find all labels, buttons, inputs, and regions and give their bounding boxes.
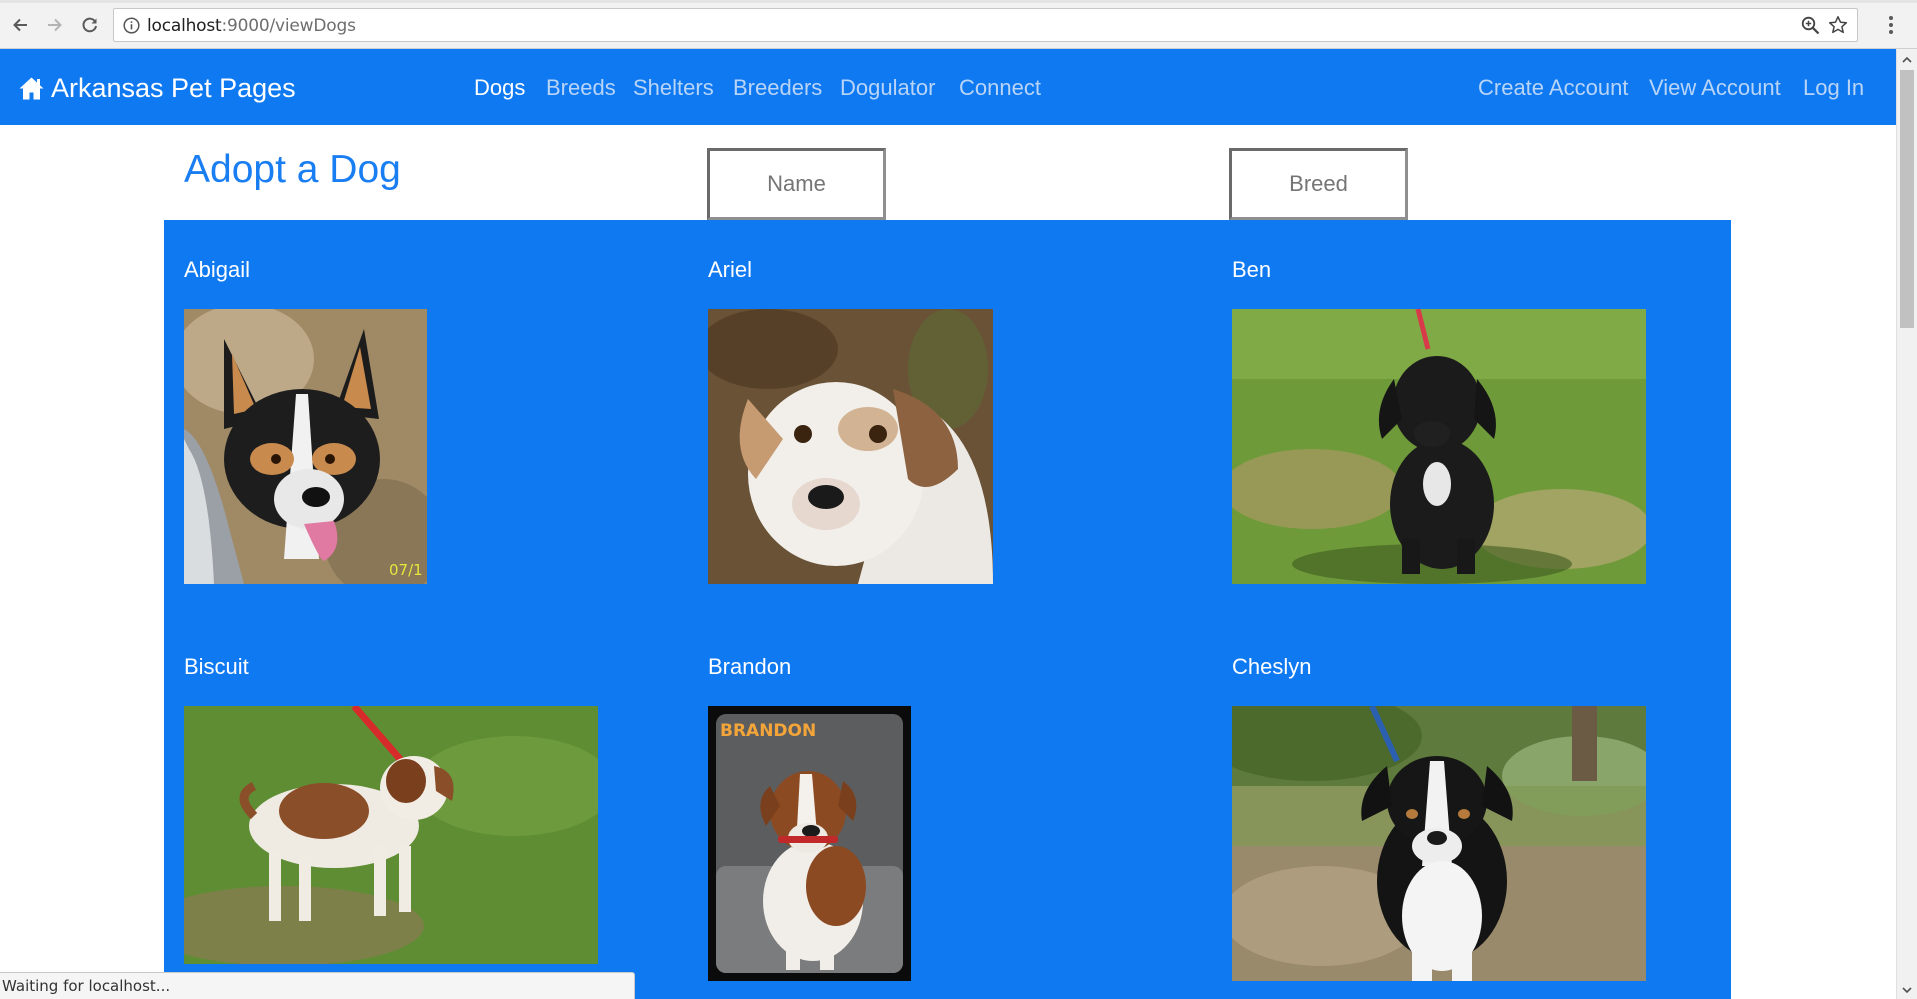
scroll-up-arrow-icon[interactable] (1901, 54, 1913, 66)
nav-dogulator[interactable]: Dogulator (840, 75, 935, 101)
nav-create-account[interactable]: Create Account (1478, 75, 1628, 101)
nav-shelters[interactable]: Shelters (633, 75, 714, 101)
forward-arrow-icon (48, 18, 62, 32)
info-icon[interactable] (123, 17, 140, 34)
bookmark-star-icon[interactable] (1828, 15, 1848, 35)
scroll-down-arrow-icon[interactable] (1901, 984, 1913, 996)
dog-name[interactable]: Brandon (708, 654, 791, 680)
dogs-grid: Abigail 07/1 Ariel Ben Biscuit Brandon B… (164, 220, 1731, 999)
browser-menu-icon[interactable] (1884, 13, 1898, 37)
breed-filter-input[interactable] (1229, 148, 1408, 220)
nav-log-in[interactable]: Log In (1803, 75, 1864, 101)
reload-icon (82, 17, 97, 33)
tab-strip (0, 0, 1917, 3)
url-host: localhost (147, 16, 222, 36)
nav-breeders[interactable]: Breeders (733, 75, 822, 101)
dog-name[interactable]: Biscuit (184, 654, 249, 680)
photo-caption: BRANDON (720, 721, 816, 741)
svg-text:07/1: 07/1 (389, 561, 423, 579)
name-filter-input[interactable] (707, 148, 886, 220)
page-title: Adopt a Dog (184, 148, 401, 191)
brand-link[interactable]: Arkansas Pet Pages (18, 73, 296, 103)
dog-name[interactable]: Abigail (184, 257, 250, 283)
dog-photo[interactable] (1232, 706, 1646, 981)
dog-name[interactable]: Ariel (708, 257, 752, 283)
nav-breeds[interactable]: Breeds (546, 75, 616, 101)
scrollbar-thumb[interactable] (1900, 70, 1914, 328)
main-navbar: Arkansas Pet Pages Dogs Breeds Shelters … (0, 49, 1896, 125)
dog-name[interactable]: Cheslyn (1232, 654, 1311, 680)
nav-view-account[interactable]: View Account (1649, 75, 1781, 101)
url-text[interactable]: localhost:9000/viewDogs (147, 16, 356, 36)
dog-photo[interactable] (1232, 309, 1646, 584)
status-bubble: Waiting for localhost... (0, 972, 635, 999)
url-path: :9000/viewDogs (221, 16, 356, 36)
forward-button[interactable] (42, 12, 68, 38)
dog-photo[interactable] (708, 309, 993, 584)
dog-photo[interactable]: 07/1 (184, 309, 427, 584)
dog-name[interactable]: Ben (1232, 257, 1271, 283)
dog-photo[interactable] (184, 706, 598, 964)
back-button[interactable] (7, 12, 33, 38)
address-bar[interactable]: localhost:9000/viewDogs (113, 8, 1858, 42)
zoom-icon[interactable] (1801, 16, 1820, 35)
brand-name: Arkansas Pet Pages (51, 72, 296, 103)
nav-connect[interactable]: Connect (959, 75, 1041, 101)
reload-button[interactable] (77, 12, 103, 38)
home-icon (19, 77, 44, 99)
dog-photo[interactable]: BRANDON (708, 706, 911, 981)
nav-dogs[interactable]: Dogs (474, 75, 525, 101)
back-arrow-icon (13, 18, 27, 32)
page-scrollbar[interactable] (1896, 49, 1917, 999)
browser-toolbar: localhost:9000/viewDogs (0, 0, 1917, 49)
